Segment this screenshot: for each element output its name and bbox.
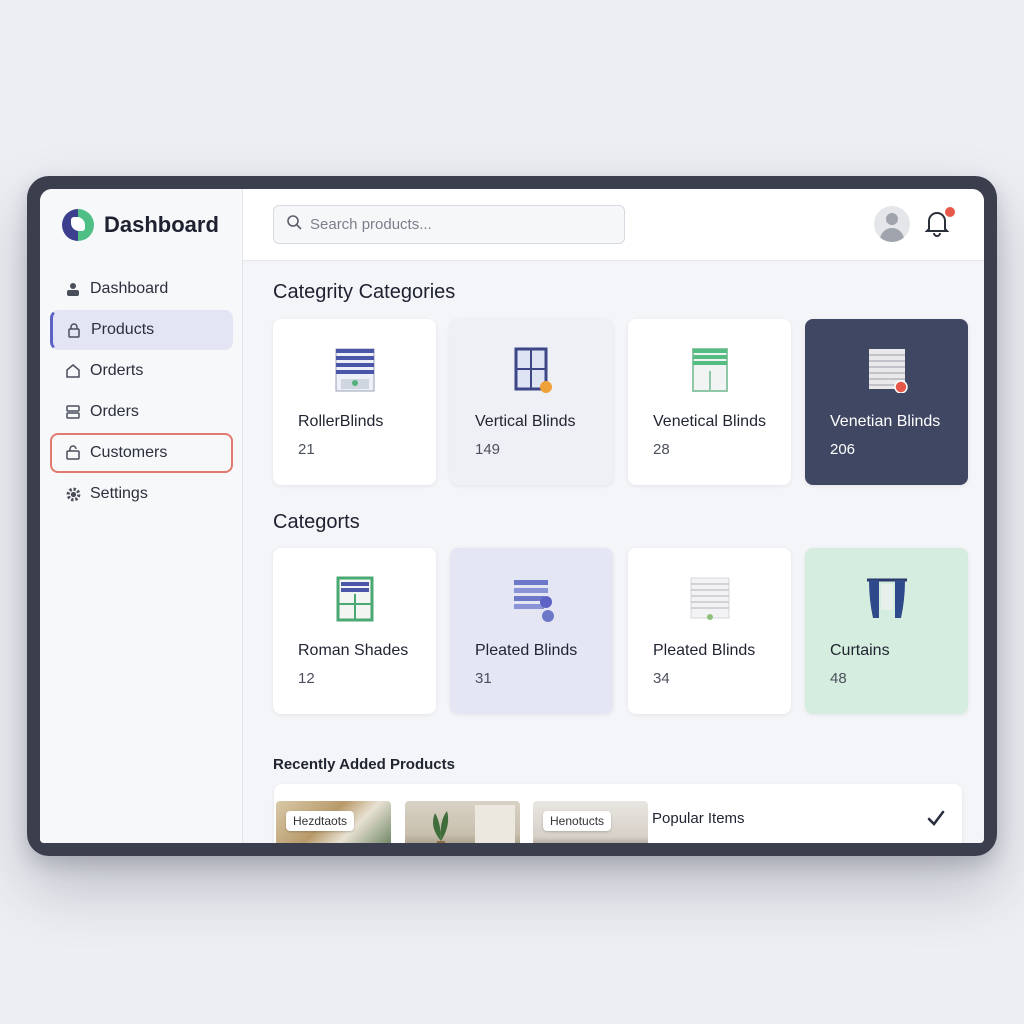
pleated-blind-icon (510, 576, 554, 622)
product-thumbnail[interactable]: Henotucts (533, 801, 648, 843)
search-icon (286, 214, 302, 235)
section-title-categories: Categrity Categories (273, 281, 456, 303)
category-name: Roman Shades (298, 642, 409, 659)
topbar (243, 189, 984, 261)
brand[interactable]: Dashboard (62, 209, 219, 241)
sidebar-item-label: Orders (90, 403, 139, 420)
recent-products-strip: Hezdtaots Henotucts Popular Items (274, 784, 962, 843)
lock-icon (65, 321, 83, 339)
thumbnail-tag: Hezdtaots (286, 811, 355, 831)
thumbnail-tag: Henotucts (543, 811, 612, 831)
avatar[interactable] (874, 206, 910, 242)
search-box[interactable] (273, 205, 625, 244)
sidebar-item-settings[interactable]: Settings (50, 474, 233, 514)
bag-icon (64, 444, 82, 462)
category-count: 31 (475, 670, 492, 687)
roman-shade-icon (333, 576, 377, 622)
category-count: 21 (298, 441, 315, 458)
sidebar-item-label: Customers (90, 444, 168, 461)
category-card-roller-blinds[interactable]: RollerBlinds 21 (273, 319, 436, 485)
window-icon (510, 347, 554, 393)
product-thumbnail[interactable]: Hezdtaots (276, 801, 391, 843)
window-blind-icon (688, 347, 732, 393)
sidebar-item-products[interactable]: Products (50, 310, 233, 350)
category-count: 34 (653, 670, 670, 687)
app-screen: Dashboard Dashboard Products Orderts Ord… (40, 189, 984, 843)
sidebar-item-dashboard[interactable]: Dashboard (50, 269, 233, 309)
sidebar: Dashboard Dashboard Products Orderts Ord… (40, 189, 243, 843)
sidebar-item-label: Settings (90, 485, 148, 502)
notification-dot (945, 207, 955, 217)
check-icon[interactable] (926, 808, 946, 828)
category-card-vertical-blinds[interactable]: Vertical Blinds 149 (450, 319, 613, 485)
category-name: Venetian Blinds (830, 413, 941, 430)
category-count: 206 (830, 441, 856, 458)
brand-name: Dashboard (104, 212, 219, 237)
search-input[interactable] (310, 216, 610, 233)
category-name: Pleated Blinds (653, 642, 756, 659)
category-name: Curtains (830, 642, 890, 659)
gear-icon (64, 485, 82, 503)
category-count: 12 (298, 670, 315, 687)
user-icon (64, 280, 82, 298)
bag-icon (64, 362, 82, 380)
brand-logo-icon (62, 209, 94, 241)
venetian-blind-icon (865, 347, 909, 394)
category-name: RollerBlinds (298, 413, 384, 430)
server-icon (64, 403, 82, 421)
sidebar-item-label: Orderts (90, 362, 144, 379)
category-name: Venetical Blinds (653, 413, 766, 430)
sidebar-nav: Dashboard Products Orderts Orders Custom… (50, 269, 233, 515)
device-frame: Dashboard Dashboard Products Orderts Ord… (27, 176, 997, 856)
category-card-pleated-blinds[interactable]: Pleated Blinds 31 (450, 548, 613, 714)
category-count: 28 (653, 441, 670, 458)
sidebar-item-customers[interactable]: Customers (50, 433, 233, 473)
category-card-venetical-blinds[interactable]: Venetical Blinds 28 (628, 319, 791, 485)
pleated-shade-icon (688, 576, 732, 622)
category-card-curtains[interactable]: Curtains 48 (805, 548, 968, 714)
sidebar-item-label: Products (91, 321, 155, 338)
category-card-roman-shades[interactable]: Roman Shades 12 (273, 548, 436, 714)
category-count: 149 (475, 441, 501, 458)
product-thumbnail[interactable] (405, 801, 520, 843)
sidebar-item-label: Dashboard (90, 280, 169, 297)
category-card-venetian-blinds[interactable]: Venetian Blinds 206 (805, 319, 968, 485)
plant-image (433, 805, 515, 843)
category-count: 48 (830, 670, 847, 687)
roller-blind-icon (333, 347, 377, 393)
popular-items-label[interactable]: Popular Items (652, 810, 745, 827)
section-title-categorts: Categorts (273, 511, 360, 533)
category-name: Vertical Blinds (475, 413, 576, 430)
sidebar-item-orders[interactable]: Orders (50, 392, 233, 432)
notification-bell-icon[interactable] (924, 207, 955, 239)
recent-products-title: Recently Added Products (273, 756, 455, 773)
category-name: Pleated Blinds (475, 642, 578, 659)
sidebar-item-orderts[interactable]: Orderts (50, 351, 233, 391)
curtain-icon (865, 576, 909, 622)
category-card-pleated-blinds-2[interactable]: Pleated Blinds 34 (628, 548, 791, 714)
